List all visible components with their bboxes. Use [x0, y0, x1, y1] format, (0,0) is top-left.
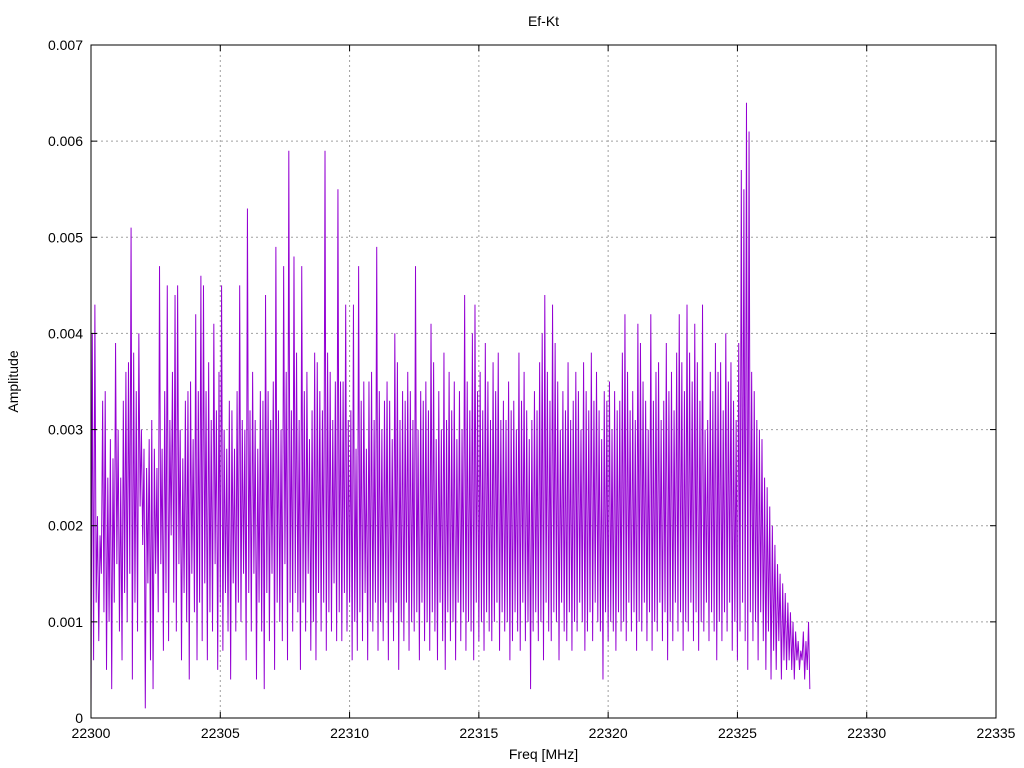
x-tick-labels: 22300 22305 22310 22315 22320 22325 22330 22335 [72, 725, 1016, 741]
x-tick-label: 22315 [459, 725, 498, 741]
x-tick-label: 22305 [201, 725, 240, 741]
x-tick-label: 22310 [330, 725, 369, 741]
chart: 22300 22305 22310 22315 22320 22325 22330 22335… [5, 13, 1016, 762]
y-axis-title: Amplitude [5, 350, 21, 412]
y-tick-label: 0.002 [48, 518, 83, 534]
x-tick-label: 22320 [589, 725, 628, 741]
y-tick-label: 0.005 [48, 229, 83, 245]
series-line-group [90, 102, 811, 709]
series-line [90, 102, 811, 709]
x-tick-label: 22335 [977, 725, 1016, 741]
chart-title: Ef-Kt [528, 13, 559, 29]
y-tick-label: 0 [75, 710, 83, 726]
x-axis-title: Freq [MHz] [509, 746, 578, 762]
y-tick-labels: 0 0.001 0.002 0.003 0.004 0.005 0.006 0.007 [48, 37, 83, 726]
y-tick-label: 0.007 [48, 37, 83, 53]
y-tick-label: 0.003 [48, 422, 83, 438]
x-tick-label: 22325 [718, 725, 757, 741]
y-tick-label: 0.004 [48, 325, 83, 341]
x-tick-label: 22300 [72, 725, 111, 741]
x-tick-label: 22330 [847, 725, 886, 741]
y-tick-label: 0.001 [48, 614, 83, 630]
y-tick-label: 0.006 [48, 133, 83, 149]
